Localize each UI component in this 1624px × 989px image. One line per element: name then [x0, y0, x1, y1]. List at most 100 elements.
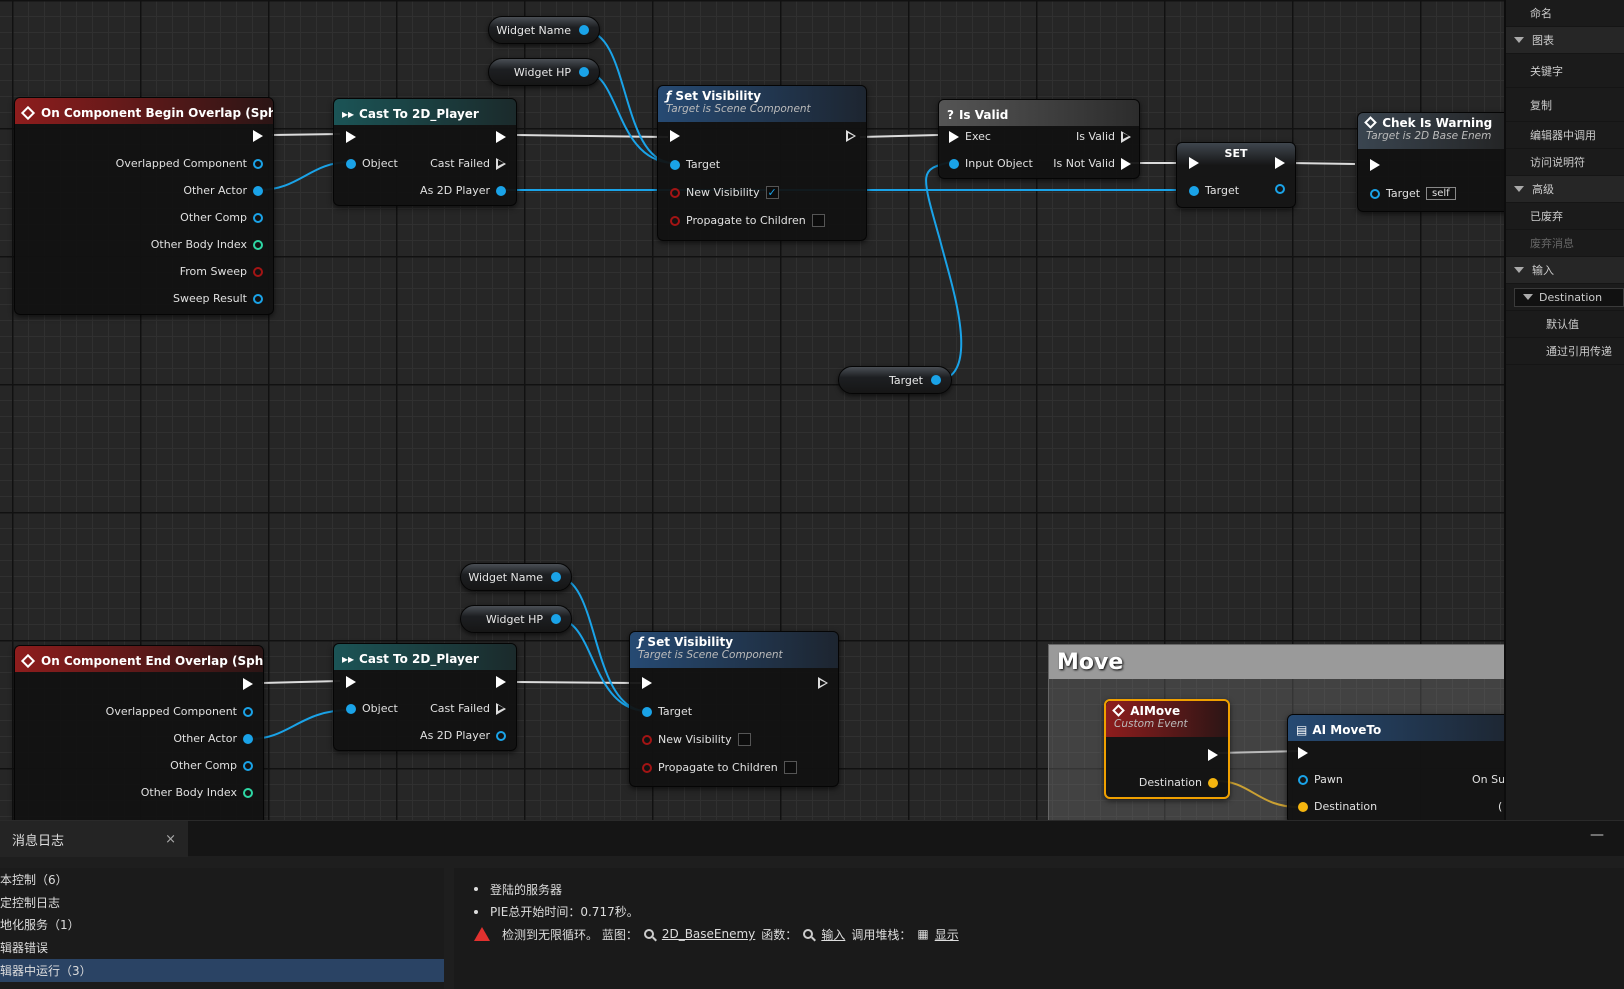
exec-in-pin[interactable]	[1298, 747, 1308, 759]
from-sweep-pin[interactable]	[253, 266, 263, 277]
event-end-overlap-node[interactable]: On Component End Overlap (Sphere) Overla…	[14, 645, 264, 820]
cast-to-player-node[interactable]: ▸▸ Cast To 2D_Player Object Cast Failed A…	[333, 643, 517, 751]
cast-failed-pin[interactable]	[496, 702, 506, 715]
details-row[interactable]: 复制	[1506, 88, 1624, 122]
getter-pin[interactable]	[579, 25, 589, 35]
is-not-valid-pin[interactable]	[1121, 157, 1131, 170]
target-pin[interactable]	[642, 706, 652, 717]
details-row[interactable]: 默认值	[1506, 311, 1624, 338]
other-body-index-pin[interactable]	[253, 239, 263, 250]
minimize-button[interactable]: —	[1590, 827, 1604, 843]
details-section-inputs[interactable]: 输入	[1506, 257, 1624, 284]
object-pin[interactable]	[346, 703, 356, 714]
target-pin[interactable]	[1189, 185, 1199, 196]
close-icon[interactable]: ×	[165, 832, 176, 847]
target-pin[interactable]	[670, 159, 680, 170]
target-getter[interactable]: Target	[838, 366, 952, 394]
as-player-pin[interactable]	[496, 185, 506, 196]
details-row[interactable]: 访问说明符	[1506, 149, 1624, 176]
propagate-pin[interactable]	[642, 762, 652, 773]
details-row[interactable]: 已废弃	[1506, 203, 1624, 230]
set-visibility-node[interactable]: ƒ Set Visibility Target is Scene Componen…	[629, 631, 839, 787]
exec-out-pin[interactable]	[253, 130, 263, 142]
check-is-warning-node[interactable]: Chek Is Warning Target is 2D Base Enem Ta…	[1357, 112, 1504, 212]
exec-in-pin[interactable]	[949, 130, 959, 143]
exec-out-pin[interactable]	[1208, 749, 1218, 761]
input-object-pin[interactable]	[949, 158, 959, 169]
aimove-event-node[interactable]: AIMove Custom Event Destination	[1104, 699, 1230, 799]
other-actor-pin[interactable]	[243, 733, 253, 744]
details-row[interactable]: 通过引用传递	[1506, 338, 1624, 365]
blueprint-link[interactable]: 2D_BaseEnemy	[662, 927, 755, 941]
set-output-pin[interactable]	[1275, 184, 1285, 194]
exec-out-pin[interactable]	[818, 677, 828, 689]
details-section-advanced[interactable]: 高级	[1506, 176, 1624, 203]
log-category-item[interactable]: 本控制（6）	[0, 868, 444, 891]
is-valid-node[interactable]: ? Is Valid Exec Is Valid Input Object Is …	[938, 99, 1140, 179]
new-visibility-checkbox[interactable]	[737, 733, 751, 746]
getter-pin[interactable]	[579, 67, 589, 77]
widget-hp-getter[interactable]: Widget HP	[460, 605, 572, 633]
log-category-item[interactable]: 地化服务（1）	[0, 914, 444, 937]
widget-hp-getter[interactable]: Widget HP	[488, 58, 600, 86]
search-icon	[643, 929, 654, 940]
exec-out-pin[interactable]	[496, 131, 506, 143]
is-valid-pin[interactable]	[1121, 130, 1131, 143]
sweep-result-pin[interactable]	[253, 293, 263, 304]
overlapped-component-pin[interactable]	[253, 158, 263, 169]
ai-moveto-node[interactable]: ▤ AI MoveTo Pawn On Su Destination (	[1287, 714, 1504, 820]
show-callstack-link[interactable]: 显示	[935, 926, 959, 943]
exec-in-pin[interactable]	[642, 677, 652, 689]
propagate-checkbox[interactable]	[811, 214, 825, 227]
exec-in-pin[interactable]	[670, 130, 680, 142]
propagate-checkbox[interactable]	[783, 761, 797, 774]
exec-in-pin[interactable]	[346, 131, 356, 143]
log-category-item-selected[interactable]: 辑器中运行（3）	[0, 959, 444, 982]
cast-to-player-node[interactable]: ▸▸ Cast To 2D_Player Object Cast Failed A…	[333, 98, 517, 206]
blueprint-graph[interactable]: On Component Begin Overlap (Sphere) Over…	[0, 0, 1504, 820]
details-row[interactable]: 命名	[1506, 0, 1624, 27]
new-visibility-checkbox[interactable]: ✓	[765, 186, 779, 199]
as-player-pin[interactable]	[496, 730, 506, 741]
widget-name-getter[interactable]: Widget Name	[460, 563, 572, 591]
overlapped-component-pin[interactable]	[243, 706, 253, 717]
exec-out-pin[interactable]	[496, 676, 506, 688]
details-row[interactable]: 编辑器中调用	[1506, 122, 1624, 149]
details-section-graph[interactable]: 图表	[1506, 27, 1624, 54]
exec-in-pin[interactable]	[346, 676, 356, 688]
destination-pin[interactable]	[1208, 777, 1218, 788]
getter-pin[interactable]	[551, 572, 561, 582]
exec-in-pin[interactable]	[1189, 157, 1199, 169]
new-visibility-pin[interactable]	[642, 734, 652, 745]
other-comp-pin[interactable]	[243, 760, 253, 771]
details-input-destination[interactable]: Destination	[1506, 284, 1624, 311]
target-default-field[interactable]: self	[1426, 187, 1456, 200]
object-pin[interactable]	[346, 158, 356, 169]
exec-out-pin[interactable]	[1275, 157, 1285, 169]
getter-pin[interactable]	[551, 614, 561, 624]
new-visibility-pin[interactable]	[670, 187, 680, 198]
log-category-item[interactable]: 定控制日志	[0, 891, 444, 914]
log-category-item[interactable]: 辑器错误	[0, 936, 444, 959]
exec-out-pin[interactable]	[846, 130, 856, 142]
getter-pin[interactable]	[931, 375, 941, 385]
exec-in-pin[interactable]	[1370, 159, 1380, 171]
event-begin-overlap-node[interactable]: On Component Begin Overlap (Sphere) Over…	[14, 97, 274, 315]
set-node[interactable]: SET Target	[1176, 142, 1296, 208]
set-visibility-node[interactable]: ƒ Set Visibility Target is Scene Componen…	[657, 85, 867, 241]
destination-pin[interactable]	[1298, 801, 1308, 812]
target-pin[interactable]	[1370, 188, 1380, 199]
log-category-list[interactable]: 本控制（6） 定控制日志 地化服务（1） 辑器错误 辑器中运行（3）	[0, 868, 444, 989]
other-comp-pin[interactable]	[253, 212, 263, 223]
function-link[interactable]: 输入	[821, 926, 845, 943]
other-actor-pin[interactable]	[253, 185, 263, 196]
details-panel[interactable]: 命名 图表 关键字 复制 编辑器中调用 访问说明符 高级 已废弃 废弃消息 输入…	[1504, 0, 1624, 820]
widget-name-getter[interactable]: Widget Name	[488, 16, 600, 44]
other-body-index-pin[interactable]	[243, 787, 253, 798]
pawn-pin[interactable]	[1298, 774, 1308, 785]
exec-out-pin[interactable]	[243, 678, 253, 690]
details-row[interactable]: 关键字	[1506, 54, 1624, 88]
propagate-pin[interactable]	[670, 215, 680, 226]
cast-failed-pin[interactable]	[496, 157, 506, 170]
message-log-tab[interactable]: 消息日志 ×	[0, 821, 188, 857]
